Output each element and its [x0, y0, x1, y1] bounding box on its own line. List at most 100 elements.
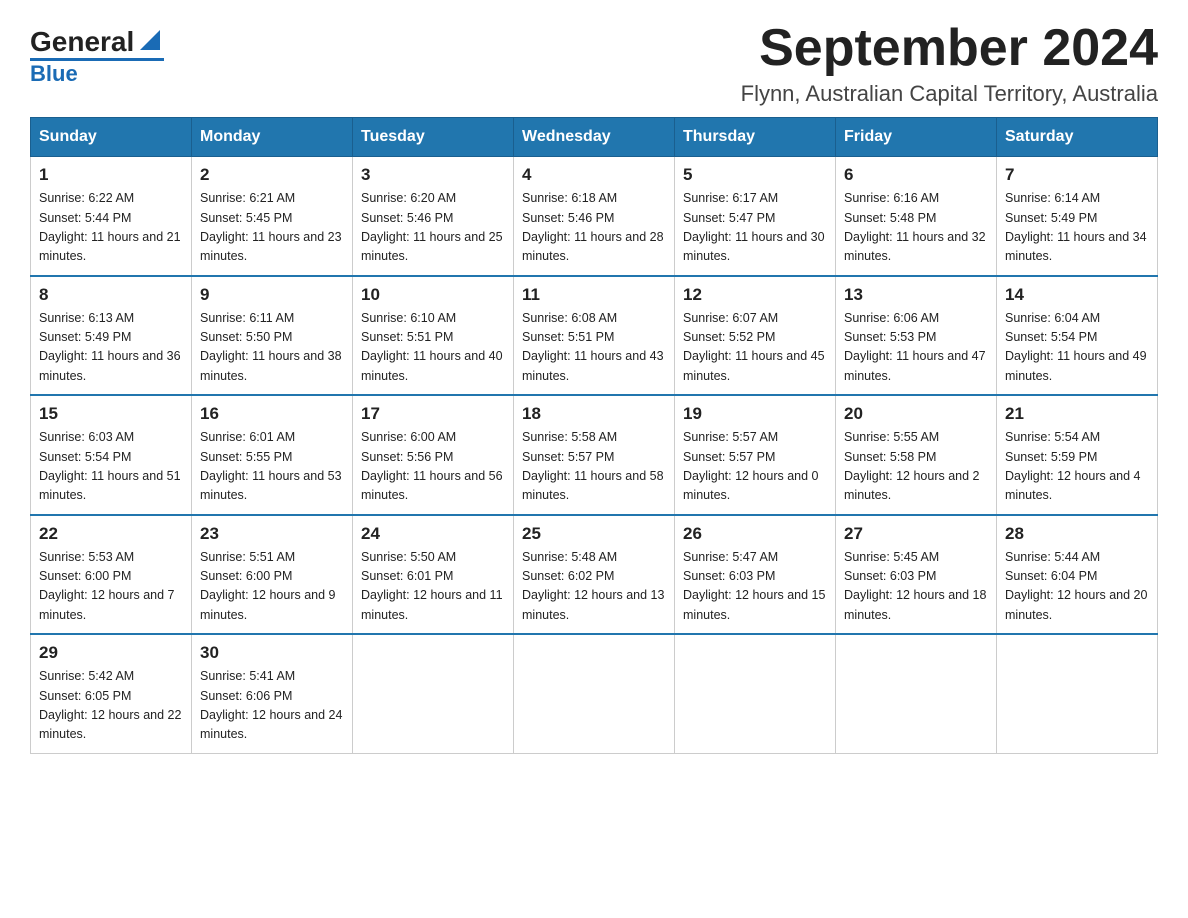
- day-info: Sunrise: 5:41 AMSunset: 6:06 PMDaylight:…: [200, 667, 344, 745]
- day-header-tuesday: Tuesday: [353, 118, 514, 157]
- calendar-cell: 6Sunrise: 6:16 AMSunset: 5:48 PMDaylight…: [836, 157, 997, 276]
- day-number: 16: [200, 404, 344, 424]
- day-number: 2: [200, 165, 344, 185]
- day-info: Sunrise: 6:04 AMSunset: 5:54 PMDaylight:…: [1005, 309, 1149, 387]
- calendar-cell: [997, 634, 1158, 753]
- day-info: Sunrise: 5:44 AMSunset: 6:04 PMDaylight:…: [1005, 548, 1149, 626]
- day-info: Sunrise: 6:20 AMSunset: 5:46 PMDaylight:…: [361, 189, 505, 267]
- day-number: 25: [522, 524, 666, 544]
- day-info: Sunrise: 5:53 AMSunset: 6:00 PMDaylight:…: [39, 548, 183, 626]
- day-number: 21: [1005, 404, 1149, 424]
- day-number: 27: [844, 524, 988, 544]
- day-header-thursday: Thursday: [675, 118, 836, 157]
- day-number: 3: [361, 165, 505, 185]
- day-number: 23: [200, 524, 344, 544]
- calendar-cell: 14 Sunrise: 6:04 AMSunset: 5:54 PMDayligh…: [997, 276, 1158, 396]
- week-row-3: 15 Sunrise: 6:03 AMSunset: 5:54 PMDayligh…: [31, 395, 1158, 515]
- day-info: Sunrise: 6:03 AMSunset: 5:54 PMDaylight:…: [39, 428, 183, 506]
- day-number: 24: [361, 524, 505, 544]
- day-header-row: SundayMondayTuesdayWednesdayThursdayFrid…: [31, 118, 1158, 157]
- day-header-sunday: Sunday: [31, 118, 192, 157]
- day-info: Sunrise: 5:45 AMSunset: 6:03 PMDaylight:…: [844, 548, 988, 626]
- day-info: Sunrise: 5:55 AMSunset: 5:58 PMDaylight:…: [844, 428, 988, 506]
- calendar-cell: 16 Sunrise: 6:01 AMSunset: 5:55 PMDayligh…: [192, 395, 353, 515]
- calendar-cell: 26Sunrise: 5:47 AMSunset: 6:03 PMDayligh…: [675, 515, 836, 635]
- day-number: 9: [200, 285, 344, 305]
- day-number: 4: [522, 165, 666, 185]
- calendar-cell: 5 Sunrise: 6:17 AMSunset: 5:47 PMDaylight…: [675, 157, 836, 276]
- day-number: 8: [39, 285, 183, 305]
- day-info: Sunrise: 5:48 AMSunset: 6:02 PMDaylight:…: [522, 548, 666, 626]
- calendar-cell: 22Sunrise: 5:53 AMSunset: 6:00 PMDayligh…: [31, 515, 192, 635]
- calendar-cell: 4 Sunrise: 6:18 AMSunset: 5:46 PMDaylight…: [514, 157, 675, 276]
- page-header: General Blue September 2024 Flynn, Austr…: [30, 20, 1158, 107]
- title-section: September 2024 Flynn, Australian Capital…: [741, 20, 1158, 107]
- day-number: 7: [1005, 165, 1149, 185]
- calendar-cell: [675, 634, 836, 753]
- calendar-cell: 17 Sunrise: 6:00 AMSunset: 5:56 PMDayligh…: [353, 395, 514, 515]
- day-number: 18: [522, 404, 666, 424]
- day-info: Sunrise: 5:50 AMSunset: 6:01 PMDaylight:…: [361, 548, 505, 626]
- calendar-cell: 10 Sunrise: 6:10 AMSunset: 5:51 PMDayligh…: [353, 276, 514, 396]
- calendar-subtitle: Flynn, Australian Capital Territory, Aus…: [741, 81, 1158, 107]
- calendar-cell: 9 Sunrise: 6:11 AMSunset: 5:50 PMDaylight…: [192, 276, 353, 396]
- calendar-cell: [514, 634, 675, 753]
- day-info: Sunrise: 6:21 AMSunset: 5:45 PMDaylight:…: [200, 189, 344, 267]
- day-number: 15: [39, 404, 183, 424]
- week-row-4: 22Sunrise: 5:53 AMSunset: 6:00 PMDayligh…: [31, 515, 1158, 635]
- day-number: 19: [683, 404, 827, 424]
- calendar-cell: 3 Sunrise: 6:20 AMSunset: 5:46 PMDaylight…: [353, 157, 514, 276]
- week-row-5: 29Sunrise: 5:42 AMSunset: 6:05 PMDayligh…: [31, 634, 1158, 753]
- day-info: Sunrise: 6:06 AMSunset: 5:53 PMDaylight:…: [844, 309, 988, 387]
- calendar-cell: 1 Sunrise: 6:22 AMSunset: 5:44 PMDaylight…: [31, 157, 192, 276]
- day-number: 30: [200, 643, 344, 663]
- day-number: 11: [522, 285, 666, 305]
- calendar-body: 1 Sunrise: 6:22 AMSunset: 5:44 PMDaylight…: [31, 157, 1158, 754]
- day-number: 28: [1005, 524, 1149, 544]
- day-info: Sunrise: 5:51 AMSunset: 6:00 PMDaylight:…: [200, 548, 344, 626]
- logo-blue-text: Blue: [30, 61, 78, 87]
- day-number: 5: [683, 165, 827, 185]
- calendar-cell: 7Sunrise: 6:14 AMSunset: 5:49 PMDaylight…: [997, 157, 1158, 276]
- day-info: Sunrise: 5:58 AMSunset: 5:57 PMDaylight:…: [522, 428, 666, 506]
- day-info: Sunrise: 6:18 AMSunset: 5:46 PMDaylight:…: [522, 189, 666, 267]
- day-info: Sunrise: 5:54 AMSunset: 5:59 PMDaylight:…: [1005, 428, 1149, 506]
- calendar-cell: 21 Sunrise: 5:54 AMSunset: 5:59 PMDayligh…: [997, 395, 1158, 515]
- calendar-cell: 20 Sunrise: 5:55 AMSunset: 5:58 PMDayligh…: [836, 395, 997, 515]
- calendar-cell: 18 Sunrise: 5:58 AMSunset: 5:57 PMDayligh…: [514, 395, 675, 515]
- calendar-cell: 27 Sunrise: 5:45 AMSunset: 6:03 PMDayligh…: [836, 515, 997, 635]
- day-header-monday: Monday: [192, 118, 353, 157]
- calendar-table: SundayMondayTuesdayWednesdayThursdayFrid…: [30, 117, 1158, 754]
- calendar-cell: 2 Sunrise: 6:21 AMSunset: 5:45 PMDaylight…: [192, 157, 353, 276]
- calendar-cell: 8 Sunrise: 6:13 AMSunset: 5:49 PMDaylight…: [31, 276, 192, 396]
- calendar-cell: 11 Sunrise: 6:08 AMSunset: 5:51 PMDayligh…: [514, 276, 675, 396]
- day-info: Sunrise: 6:00 AMSunset: 5:56 PMDaylight:…: [361, 428, 505, 506]
- day-info: Sunrise: 6:22 AMSunset: 5:44 PMDaylight:…: [39, 189, 183, 267]
- logo: General Blue: [30, 28, 164, 87]
- calendar-cell: 24 Sunrise: 5:50 AMSunset: 6:01 PMDayligh…: [353, 515, 514, 635]
- day-info: Sunrise: 5:57 AMSunset: 5:57 PMDaylight:…: [683, 428, 827, 506]
- day-number: 26: [683, 524, 827, 544]
- day-number: 1: [39, 165, 183, 185]
- day-header-wednesday: Wednesday: [514, 118, 675, 157]
- day-info: Sunrise: 6:13 AMSunset: 5:49 PMDaylight:…: [39, 309, 183, 387]
- day-info: Sunrise: 6:16 AMSunset: 5:48 PMDaylight:…: [844, 189, 988, 267]
- day-info: Sunrise: 6:11 AMSunset: 5:50 PMDaylight:…: [200, 309, 344, 387]
- day-number: 14: [1005, 285, 1149, 305]
- calendar-cell: 29Sunrise: 5:42 AMSunset: 6:05 PMDayligh…: [31, 634, 192, 753]
- calendar-cell: [353, 634, 514, 753]
- calendar-cell: 12Sunrise: 6:07 AMSunset: 5:52 PMDayligh…: [675, 276, 836, 396]
- day-header-friday: Friday: [836, 118, 997, 157]
- day-info: Sunrise: 6:07 AMSunset: 5:52 PMDaylight:…: [683, 309, 827, 387]
- day-number: 20: [844, 404, 988, 424]
- day-info: Sunrise: 6:10 AMSunset: 5:51 PMDaylight:…: [361, 309, 505, 387]
- day-info: Sunrise: 6:01 AMSunset: 5:55 PMDaylight:…: [200, 428, 344, 506]
- day-info: Sunrise: 6:08 AMSunset: 5:51 PMDaylight:…: [522, 309, 666, 387]
- day-number: 10: [361, 285, 505, 305]
- day-header-saturday: Saturday: [997, 118, 1158, 157]
- calendar-cell: 30 Sunrise: 5:41 AMSunset: 6:06 PMDayligh…: [192, 634, 353, 753]
- calendar-header: SundayMondayTuesdayWednesdayThursdayFrid…: [31, 118, 1158, 157]
- logo-general-text: General: [30, 28, 134, 56]
- day-info: Sunrise: 6:17 AMSunset: 5:47 PMDaylight:…: [683, 189, 827, 267]
- day-number: 17: [361, 404, 505, 424]
